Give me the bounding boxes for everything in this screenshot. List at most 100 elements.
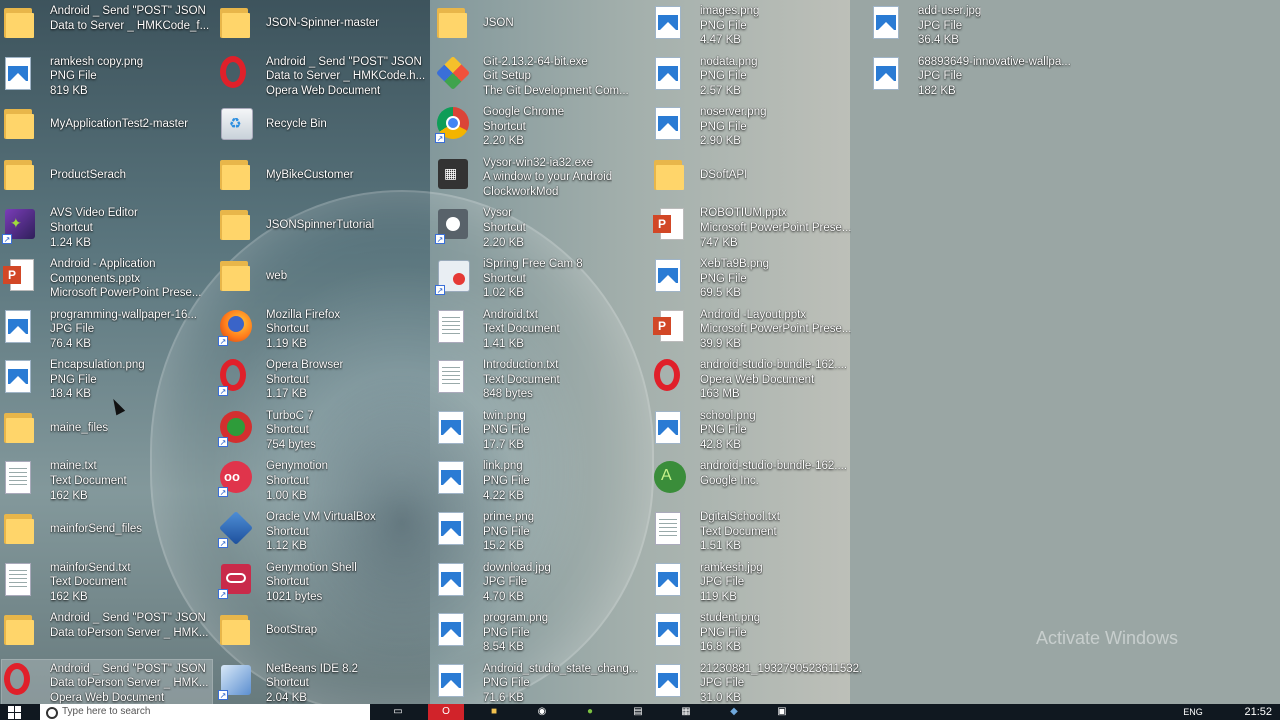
- desktop-icon[interactable]: noserver.png PNG File 2.90 KB: [652, 103, 862, 149]
- desktop-icon[interactable]: maine_files: [2, 407, 212, 453]
- desktop-icon[interactable]: JSON: [435, 2, 645, 48]
- desktop-icon[interactable]: P ROBOTIUM.pptx Microsoft PowerPoint Prese…: [652, 204, 862, 250]
- file-detail: Opera Web Document: [700, 373, 815, 386]
- file-name: Android _ Send "POST" JSON: [50, 662, 206, 675]
- desktop-icon[interactable]: web: [218, 255, 428, 301]
- desktop-icon[interactable]: nodata.png PNG File 2.57 KB: [652, 53, 862, 99]
- desktop-icon[interactable]: DgitalSchool.txt Text Document 1.51 KB: [652, 508, 862, 554]
- desktop-icon[interactable]: ramkesh copy.png PNG File 819 KB: [2, 53, 212, 99]
- desktop-icon[interactable]: ▦ Vysor-win32-ia32.exe A window to your An…: [435, 154, 645, 200]
- desktop-icon[interactable]: download.jpg JPG File 4.70 KB: [435, 559, 645, 605]
- desktop-icon[interactable]: link.png PNG File 4.22 KB: [435, 457, 645, 503]
- file-name: link.png: [483, 460, 523, 473]
- file-detail: Shortcut: [266, 474, 309, 487]
- desktop-icon[interactable]: JSON-Spinner-master: [218, 2, 428, 48]
- file-name: ramkesh copy.png: [50, 55, 144, 68]
- desktop-icon[interactable]: Git-2.13.2-64-bit.exe Git Setup The Git De…: [435, 53, 645, 99]
- taskbar-notepad-icon[interactable]: ▦: [668, 704, 704, 720]
- file-detail: 16.8 KB: [700, 641, 741, 654]
- desktop-icon[interactable]: add-user.jpg JPG File 36.4 KB: [870, 2, 1080, 48]
- desktop-icon[interactable]: XebTa9B.png PNG File 69.5 KB: [652, 255, 862, 301]
- desktop-icon[interactable]: prime.png PNG File 15.2 KB: [435, 508, 645, 554]
- file-name: android-studio-bundle-162....: [700, 359, 848, 372]
- desktop-icon[interactable]: Android.txt Text Document 1.41 KB: [435, 306, 645, 352]
- desktop-icon[interactable]: programming-wallpaper-16... JPG File 76.4 …: [2, 306, 212, 352]
- taskbar-android-icon[interactable]: ●: [572, 704, 608, 720]
- desktop-icon-label: Android _ Send "POST" JSON Data to Server…: [50, 4, 209, 33]
- desktop-icon[interactable]: maine.txt Text Document 162 KB: [2, 457, 212, 503]
- desktop-icon[interactable]: ↗ Genymotion Shell Shortcut 1021 bytes: [218, 559, 428, 605]
- desktop-icon[interactable]: images.png PNG File 4.47 KB: [652, 2, 862, 48]
- taskbar-app-icon[interactable]: ◉: [524, 704, 560, 720]
- file-name: Android _ Send "POST" JSON: [50, 5, 206, 17]
- desktop-icon[interactable]: 68893649-innovative-wallpa... JPG File 182…: [870, 53, 1080, 99]
- desktop-icon[interactable]: ↗ Google Chrome Shortcut 2.20 KB: [435, 103, 645, 149]
- desktop-icon-label: images.png PNG File 4.47 KB: [700, 4, 759, 48]
- desktop-icon[interactable]: ♻ Recycle Bin: [218, 103, 428, 149]
- desktop-icon[interactable]: student.png PNG File 16.8 KB: [652, 609, 862, 655]
- file-detail: Shortcut: [266, 373, 309, 386]
- file-detail: PNG File: [483, 677, 530, 690]
- desktop-icon[interactable]: oo ↗ Genymotion Shortcut 1.00 KB: [218, 457, 428, 503]
- desktop-icon[interactable]: Android _ Send "POST" JSON Data to Server…: [218, 53, 428, 99]
- desktop-icon[interactable]: Encapsulation.png PNG File 18.4 KB: [2, 356, 212, 402]
- desktop-icon[interactable]: ramkesh.jpg JPG File 119 KB: [652, 559, 862, 605]
- desktop-icon[interactable]: ↗ NetBeans IDE 8.2 Shortcut 2.04 KB: [218, 660, 428, 706]
- desktop-icon[interactable]: 21230881_1932790523611532... JPG File 31.0…: [652, 660, 862, 706]
- desktop-icon[interactable]: Android_studio_state_chang... PNG File 71.…: [435, 660, 645, 706]
- image-icon: [652, 611, 686, 647]
- desktop-icon[interactable]: twin.png PNG File 17.7 KB: [435, 407, 645, 453]
- desktop-icon[interactable]: ↗ Mozilla Firefox Shortcut 1.19 KB: [218, 306, 428, 352]
- file-detail: JPG File: [700, 576, 745, 589]
- file-detail: JPG File: [700, 677, 745, 690]
- file-detail: Components.pptx: [50, 272, 141, 285]
- desktop-icon[interactable]: program.png PNG File 8.54 KB: [435, 609, 645, 655]
- file-detail: 1021 bytes: [266, 590, 323, 603]
- task-view-icon[interactable]: ▭: [380, 704, 416, 720]
- folder-icon: [2, 611, 36, 647]
- desktop-icon[interactable]: ProductSerach: [2, 154, 212, 200]
- desktop-icon[interactable]: Android _ Send "POST" JSON Data toPerson …: [1, 658, 213, 707]
- desktop-icon[interactable]: JSONSpinnerTutorial: [218, 204, 428, 250]
- desktop-icon[interactable]: school.png PNG File 42.8 KB: [652, 407, 862, 453]
- file-detail: PNG File: [700, 626, 747, 639]
- taskbar-search-input[interactable]: Type here to search: [40, 704, 370, 720]
- image-icon: [870, 4, 904, 40]
- file-name: Android.txt: [483, 308, 538, 321]
- desktop-icon[interactable]: P Android -Layout.pptx Microsoft PowerPoin…: [652, 306, 862, 352]
- file-detail: Data to Server _ HMKCode_f...: [50, 19, 210, 32]
- desktop-icon[interactable]: ✦ ↗ AVS Video Editor Shortcut 1.24 KB: [2, 204, 212, 250]
- desktop-icon[interactable]: mainforSend.txt Text Document 162 KB: [2, 559, 212, 605]
- taskbar-virtualbox-icon[interactable]: ◆: [716, 704, 752, 720]
- desktop-icon[interactable]: DSoftAPI: [652, 154, 862, 200]
- desktop-icon[interactable]: ↗ Oracle VM VirtualBox Shortcut 1.12 KB: [218, 508, 428, 554]
- desktop-icon[interactable]: Introduction.txt Text Document 848 bytes: [435, 356, 645, 402]
- ispring-icon: ↗: [435, 257, 470, 295]
- desktop-icon[interactable]: ↗ Opera Browser Shortcut 1.17 KB: [218, 356, 428, 402]
- file-detail: 18.4 KB: [50, 388, 91, 401]
- desktop-icon[interactable]: Android _ Send "POST" JSON Data toPerson …: [2, 609, 212, 655]
- taskbar-file-explorer-icon[interactable]: ■: [476, 704, 512, 720]
- desktop-icon[interactable]: MyBikeCustomer: [218, 154, 428, 200]
- desktop-icon[interactable]: ↗ iSpring Free Cam 8 Shortcut 1.02 KB: [435, 255, 645, 301]
- desktop-icon[interactable]: MyApplicationTest2-master: [2, 103, 212, 149]
- file-name: mainforSend.txt: [50, 561, 131, 574]
- taskbar-clapper-icon[interactable]: ▤: [620, 704, 656, 720]
- language-indicator[interactable]: ENG: [1176, 704, 1210, 720]
- desktop-icon[interactable]: Aandroid-studio-bundle-162.... Google Inc…: [652, 457, 862, 503]
- file-name: Oracle VM VirtualBox: [266, 511, 376, 523]
- taskbar-screen-icon[interactable]: ▣: [764, 704, 800, 720]
- taskbar-opera-icon[interactable]: O: [428, 704, 464, 720]
- start-button[interactable]: [6, 704, 24, 720]
- desktop-icon[interactable]: ↗ TurboC 7 Shortcut 754 bytes: [218, 407, 428, 453]
- desktop-icon[interactable]: BootStrap: [218, 609, 428, 655]
- desktop-icon[interactable]: android-studio-bundle-162.... Opera Web D…: [652, 356, 862, 402]
- desktop-icon[interactable]: ↗ Vysor Shortcut 2.20 KB: [435, 204, 645, 250]
- search-icon: [46, 707, 58, 719]
- desktop-icon[interactable]: P Android - Application Components.pptx Mic…: [2, 255, 212, 301]
- desktop-icon[interactable]: Android _ Send "POST" JSON Data to Server…: [2, 2, 212, 48]
- desktop-icon[interactable]: mainforSend_files: [2, 508, 212, 554]
- taskbar-clock[interactable]: 21:52: [1222, 704, 1272, 720]
- file-name: JSONSpinnerTutorial: [266, 219, 375, 232]
- windows-logo-icon: [15, 713, 21, 719]
